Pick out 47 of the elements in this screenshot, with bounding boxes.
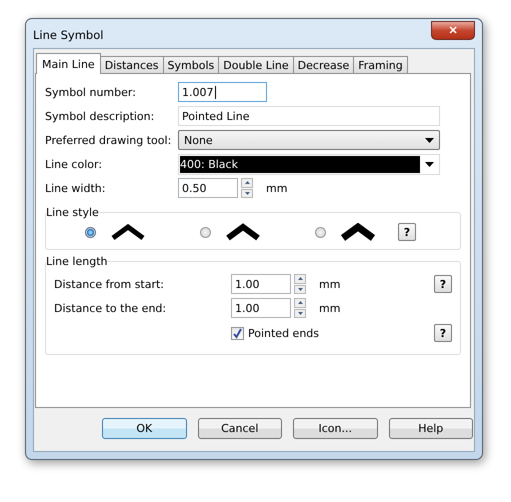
chevron-icon [225,223,261,241]
unit-label: mm [266,182,288,194]
checkmark-icon [232,328,243,338]
pointed-ends-checkbox[interactable]: Pointed ends [231,326,320,340]
field-label: Distance to the end: [54,302,168,314]
tab[interactable]: Framing [353,56,408,74]
chevron-icon [340,223,376,241]
dropdown-arrow-icon [425,162,434,166]
input-field[interactable]: Pointed Line [178,106,440,126]
spinner[interactable] [294,298,306,318]
input-field[interactable]: 1.00 [231,298,291,318]
group-title: Line length [46,255,108,268]
input-field[interactable]: 0.50 [178,178,238,198]
field-label: Distance from start: [54,278,166,290]
field-label: Line color: [45,158,104,170]
dropdown-arrow-icon [425,138,434,142]
dialog-button[interactable]: Cancel [198,418,282,439]
group-title: Line style [46,206,99,219]
radio-button[interactable] [85,226,96,238]
help-button[interactable]: ? [398,223,416,241]
unit-label: mm [319,302,340,314]
tab[interactable]: Symbols [162,56,220,74]
field-label: Symbol number: [45,86,137,98]
spinner[interactable] [241,178,253,198]
radio-button[interactable] [315,226,326,238]
tab[interactable]: Distances [100,56,164,74]
tab[interactable]: Decrease [292,56,354,74]
input-field[interactable]: 1.00 [231,274,291,294]
close-button[interactable]: ✕ [431,21,475,40]
unit-label: mm [319,278,340,290]
help-button[interactable]: ? [434,324,452,342]
color-dropdown[interactable]: 400: Black [178,154,440,174]
help-button[interactable]: ? [434,275,452,293]
tab[interactable]: Main Line [36,53,101,74]
spinner[interactable] [294,274,306,294]
field-label: Line width: [45,182,106,194]
field-label: Preferred drawing tool: [45,134,172,146]
dialog-button[interactable]: OK [102,418,186,439]
dialog-button[interactable]: Icon... [293,418,378,439]
chevron-icon [110,223,146,241]
field-label: Symbol description: [45,110,156,122]
radio-button[interactable] [200,226,211,238]
dialog-button[interactable]: Help [388,418,473,439]
input-field[interactable]: 1.007 [178,82,267,102]
dropdown[interactable]: None [178,130,440,150]
tab[interactable]: Double Line [218,56,294,74]
window-title: Line Symbol [33,28,104,42]
